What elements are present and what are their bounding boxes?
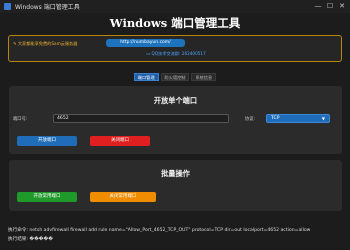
page-title: Windows 端口管理工具 xyxy=(109,16,241,30)
chevron-down-icon: ▼ xyxy=(321,116,325,121)
log-command-line: 执行命令: netsh advfirewall firewall add rul… xyxy=(8,228,311,233)
protocol-value: TCP xyxy=(271,116,280,121)
close-common-ports-button[interactable]: 关闭常用端口 xyxy=(90,192,156,202)
close-icon[interactable]: ✕ xyxy=(336,0,348,13)
window-title: Windows 端口管理工具 xyxy=(15,4,80,11)
notice-box: ✎ 大家都能享免费的Sam云服务器 http://numbayun.com/ ▭… xyxy=(8,35,342,62)
tab-bar: 端口管理 防火墙控制 系统信息 xyxy=(0,73,350,81)
window-controls: — ☐ ✕ xyxy=(312,0,348,13)
notice-text: ✎ 大家都能享免费的Sam云服务器 xyxy=(13,41,78,46)
single-port-title: 开放单个端口 xyxy=(153,96,198,105)
protocol-label: 协议: xyxy=(245,117,256,122)
close-port-button[interactable]: 关闭端口 xyxy=(90,136,150,146)
minimize-icon[interactable]: — xyxy=(312,0,324,13)
single-port-panel: 开放单个端口 端口号: 4652 协议: TCP ▼ 开放端口 关闭端口 xyxy=(9,86,342,154)
protocol-select[interactable]: TCP ▼ xyxy=(266,114,330,123)
tab-firewall-control[interactable]: 防火墙控制 xyxy=(160,73,190,81)
port-label: 端口号: xyxy=(13,117,28,122)
title-bar: Windows 端口管理工具 — ☐ ✕ xyxy=(0,0,350,13)
app-icon xyxy=(4,3,11,10)
port-input[interactable]: 4652 xyxy=(53,114,229,123)
batch-panel: 批量操作 开放常用端口 关闭常用端口 xyxy=(9,160,342,211)
maximize-icon[interactable]: ☐ xyxy=(324,0,336,13)
open-common-ports-button[interactable]: 开放常用端口 xyxy=(17,192,77,202)
log-result-line: 执行结果: ����� xyxy=(8,237,53,242)
sponsor-link[interactable]: http://numbayun.com/ xyxy=(106,39,185,47)
log-output: 执行命令: netsh advfirewall firewall add rul… xyxy=(0,226,350,250)
tab-port-management[interactable]: 端口管理 xyxy=(133,73,159,81)
batch-title: 批量操作 xyxy=(161,169,190,178)
open-port-button[interactable]: 开放端口 xyxy=(17,136,77,146)
tab-system-info[interactable]: 系统信息 xyxy=(191,73,217,81)
qq-group-text: ▭ QQ技术交流群: 262400517 xyxy=(146,51,206,56)
